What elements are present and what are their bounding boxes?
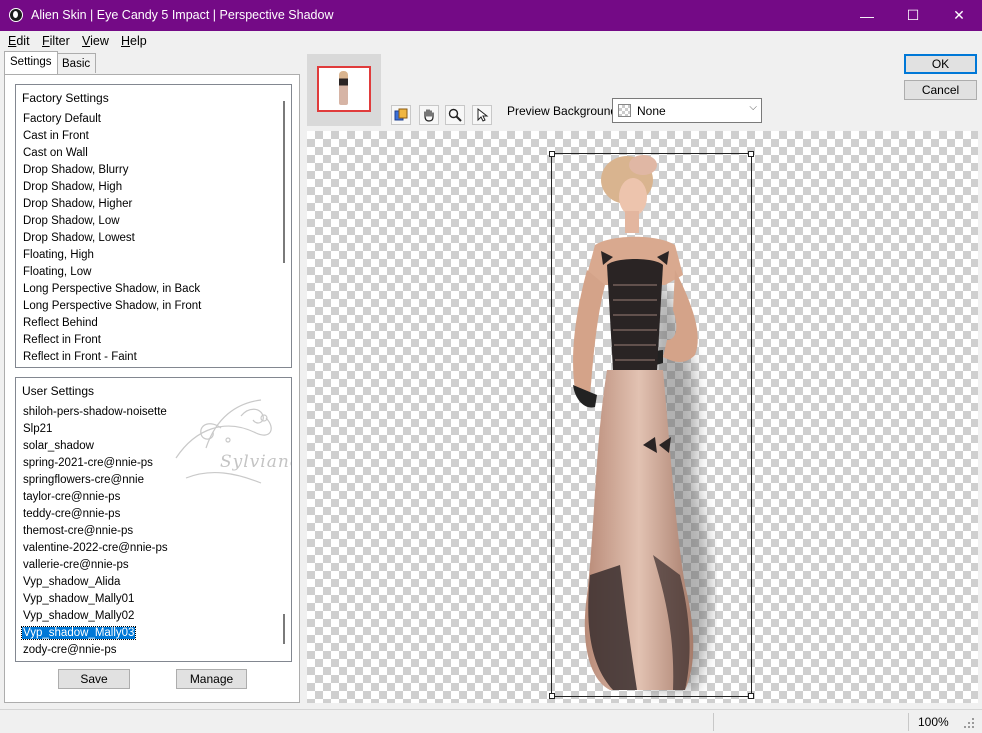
list-item[interactable]: Vyp_shadow_Alida	[22, 574, 169, 591]
tab-strip: Settings Basic	[4, 51, 300, 75]
list-item[interactable]: teddy-cre@nnie-ps	[22, 506, 169, 523]
menu-bar: Edit Filter View Help	[0, 31, 982, 51]
list-item-selected[interactable]: Vyp_shadow_Mally03	[20, 625, 169, 642]
factory-settings-header: Factory Settings	[22, 91, 109, 105]
arrow-glyph	[477, 108, 489, 122]
list-item[interactable]: Slp21	[22, 421, 169, 438]
menu-filter[interactable]: Filter	[42, 34, 70, 48]
list-item[interactable]: zody-cre@nnie-ps	[22, 642, 169, 659]
hand-glyph	[424, 109, 434, 122]
status-separator	[713, 713, 714, 731]
list-item[interactable]: Cast on Wall	[22, 145, 202, 162]
manage-button[interactable]: Manage	[176, 669, 247, 689]
window-title: Alien Skin | Eye Candy 5 Impact | Perspe…	[31, 8, 334, 22]
list-item[interactable]: themost-cre@nnie-ps	[22, 523, 169, 540]
list-item[interactable]: Reflect in Front	[22, 332, 202, 349]
navigator-thumbnail[interactable]	[307, 54, 381, 126]
watermark-text: Sylviane	[220, 452, 291, 472]
preview-toggle-icon[interactable]	[391, 105, 411, 125]
navigator-viewport-frame[interactable]	[317, 66, 371, 112]
status-bar: 100%	[0, 709, 982, 733]
user-settings-list[interactable]: User Settings shiloh-pers-shadow-noisett…	[15, 377, 292, 662]
list-item[interactable]: Cast in Front	[22, 128, 202, 145]
list-item[interactable]: spring-2021-cre@nnie-ps	[22, 455, 169, 472]
list-item[interactable]: vallerie-cre@nnie-ps	[22, 557, 169, 574]
resize-handle[interactable]	[549, 693, 555, 699]
resize-grip-icon[interactable]	[962, 716, 976, 730]
close-button[interactable]: ✕	[936, 0, 982, 31]
save-button[interactable]: Save	[58, 669, 130, 689]
arrow-icon[interactable]	[472, 105, 492, 125]
list-item[interactable]: Drop Shadow, Lowest	[22, 230, 202, 247]
list-item[interactable]: Drop Shadow, Low	[22, 213, 202, 230]
list-item[interactable]: solar_shadow	[22, 438, 169, 455]
list-item[interactable]: Reflect in Front - Faint	[22, 349, 202, 366]
menu-edit[interactable]: Edit	[8, 34, 30, 48]
cancel-button[interactable]: Cancel	[904, 80, 977, 100]
list-item[interactable]: taylor-cre@nnie-ps	[22, 489, 169, 506]
selection-bounding-box[interactable]	[549, 151, 754, 699]
menu-help[interactable]: Help	[121, 34, 147, 48]
list-item[interactable]: Vyp_shadow_Mally01	[22, 591, 169, 608]
list-item[interactable]: Drop Shadow, Higher	[22, 196, 202, 213]
minimize-button[interactable]: —	[844, 0, 890, 31]
user-settings-items: shiloh-pers-shadow-noisette Slp21 solar_…	[20, 404, 169, 659]
factory-settings-items: Factory Default Cast in Front Cast on Wa…	[22, 111, 202, 366]
factory-settings-list[interactable]: Factory Settings Factory Default Cast in…	[15, 84, 292, 368]
list-item[interactable]: Long Perspective Shadow, in Front	[22, 298, 202, 315]
list-item[interactable]: springflowers-cre@nnie	[22, 472, 169, 489]
resize-handle[interactable]	[748, 151, 754, 157]
list-item[interactable]: Floating, Low	[22, 264, 202, 281]
list-item[interactable]: Drop Shadow, Blurry	[22, 162, 202, 179]
background-swatch-icon	[618, 104, 631, 117]
watermark-flourish-icon	[175, 399, 272, 484]
thumbnail-figure	[339, 71, 348, 105]
list-item[interactable]: Reflect Behind	[22, 315, 202, 332]
hand-icon[interactable]	[419, 105, 439, 125]
preview-background-value: None	[637, 104, 666, 118]
zoom-glyph	[448, 108, 462, 122]
preview-canvas[interactable]	[307, 131, 978, 703]
user-settings-header: User Settings	[22, 384, 95, 398]
list-item[interactable]: Vyp_shadow_Mally02	[22, 608, 169, 625]
zoom-level: 100%	[918, 715, 949, 729]
title-bar: Alien Skin | Eye Candy 5 Impact | Perspe…	[0, 0, 982, 31]
user-scrollbar-thumb[interactable]	[283, 614, 285, 644]
list-item[interactable]: Drop Shadow, High	[22, 179, 202, 196]
maximize-button[interactable]: ☐	[890, 0, 936, 31]
preview-toggle-glyph	[394, 108, 408, 121]
list-item[interactable]: Long Perspective Shadow, in Back	[22, 281, 202, 298]
list-item[interactable]: Floating, High	[22, 247, 202, 264]
zoom-icon[interactable]	[445, 105, 465, 125]
status-separator	[908, 713, 909, 731]
tab-basic[interactable]: Basic	[56, 53, 97, 73]
resize-handle[interactable]	[549, 151, 555, 157]
tab-settings[interactable]: Settings	[4, 51, 58, 74]
preview-background-select[interactable]: None ⌵	[612, 98, 762, 123]
list-item[interactable]: Factory Default	[22, 111, 202, 128]
ok-button[interactable]: OK	[904, 54, 977, 74]
menu-view[interactable]: View	[82, 34, 109, 48]
list-item[interactable]: shiloh-pers-shadow-noisette	[22, 404, 169, 421]
resize-handle[interactable]	[748, 693, 754, 699]
chevron-down-icon: ⌵	[749, 102, 757, 113]
list-item[interactable]: valentine-2022-cre@nnie-ps	[22, 540, 169, 557]
factory-scrollbar-thumb[interactable]	[283, 101, 285, 263]
preview-background-label: Preview Background:	[507, 104, 621, 118]
app-icon	[9, 8, 23, 22]
